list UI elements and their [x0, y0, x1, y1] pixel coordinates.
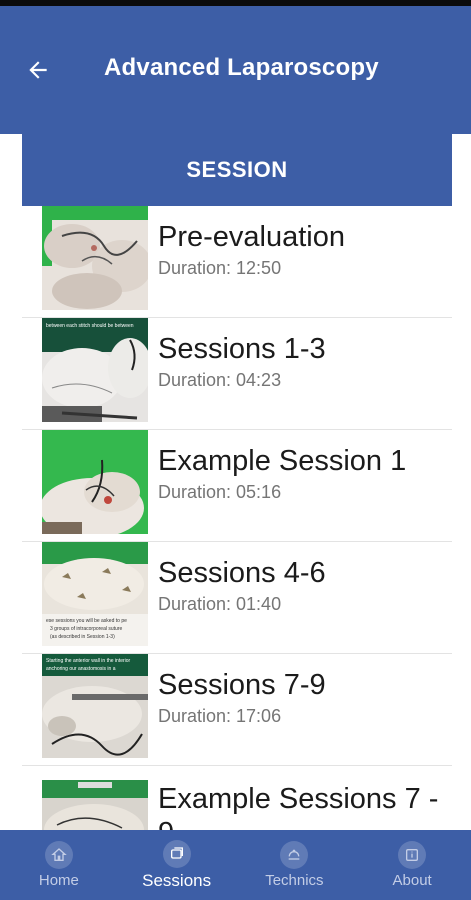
list-item-sessions-4-6[interactable]: ese sessions you will be asked to pe 3 g…	[22, 542, 452, 654]
list-item-example-session-1[interactable]: Example Session 1 Duration: 05:16	[22, 430, 452, 542]
list-item-sessions-7-9[interactable]: Starting the anterior wall in the interi…	[22, 654, 452, 766]
video-thumbnail	[42, 430, 148, 534]
nav-label: Technics	[265, 872, 324, 889]
session-title: Pre-evaluation	[158, 221, 345, 253]
thumbnail-caption: between each stitch should be between	[46, 323, 134, 329]
session-duration: Duration: 12:50	[158, 258, 282, 278]
technics-icon	[280, 841, 309, 869]
thumbnail-caption: anchoring our anastomosis in a	[46, 666, 116, 672]
thumbnail-caption: ese sessions you will be asked to pe	[46, 618, 127, 624]
session-duration: Duration: 01:40	[158, 594, 282, 614]
session-title: Sessions 1-3	[158, 333, 326, 365]
session-duration: Duration: 04:23	[158, 370, 282, 390]
home-icon	[44, 841, 73, 869]
arrow-left-icon	[29, 61, 47, 79]
list-item-example-sessions-7-9[interactable]: Example Sessions 7 - 9	[22, 766, 452, 830]
video-thumbnail	[42, 206, 148, 310]
video-thumbnail: ese sessions you will be asked to pe 3 g…	[42, 542, 148, 646]
thumbnail-caption: Starting the anterior wall in the interi…	[46, 658, 131, 664]
video-thumbnail: Starting the anterior wall in the interi…	[42, 654, 148, 758]
thumbnail-caption: 3 groups of intracorporeal suture	[50, 626, 122, 632]
session-duration: Duration: 17:06	[158, 706, 282, 726]
info-icon	[398, 841, 427, 869]
back-button[interactable]	[20, 52, 56, 88]
session-title: Example Session 1	[158, 445, 407, 477]
video-thumbnail: between each stitch should be between	[42, 318, 148, 422]
nav-item-about[interactable]: About	[353, 830, 471, 900]
section-header: SESSION	[22, 134, 452, 206]
nav-label: About	[392, 872, 432, 889]
session-list: Pre-evaluation Duration: 12:50 between e…	[22, 206, 452, 830]
session-title: Sessions 4-6	[158, 557, 326, 589]
nav-item-sessions[interactable]: Sessions	[118, 830, 236, 900]
app-bar: Advanced Laparoscopy	[0, 6, 471, 134]
nav-item-home[interactable]: Home	[0, 830, 118, 900]
page-title: Advanced Laparoscopy	[104, 54, 379, 81]
bottom-navigation: Home Sessions Technics About	[0, 830, 471, 900]
session-title: Sessions 7-9	[158, 669, 326, 701]
session-duration: Duration: 05:16	[158, 482, 282, 502]
list-item-sessions-1-3[interactable]: between each stitch should be between Se…	[22, 318, 452, 430]
sessions-icon	[162, 839, 191, 868]
session-title: Example Sessions 7 - 9	[158, 783, 439, 830]
list-item-pre-evaluation[interactable]: Pre-evaluation Duration: 12:50	[22, 206, 452, 318]
nav-label: Sessions	[142, 870, 212, 890]
thumbnail-caption: (as described in Session 1-3)	[50, 634, 115, 640]
nav-item-technics[interactable]: Technics	[236, 830, 354, 900]
video-thumbnail	[42, 780, 148, 830]
nav-label: Home	[38, 872, 79, 889]
